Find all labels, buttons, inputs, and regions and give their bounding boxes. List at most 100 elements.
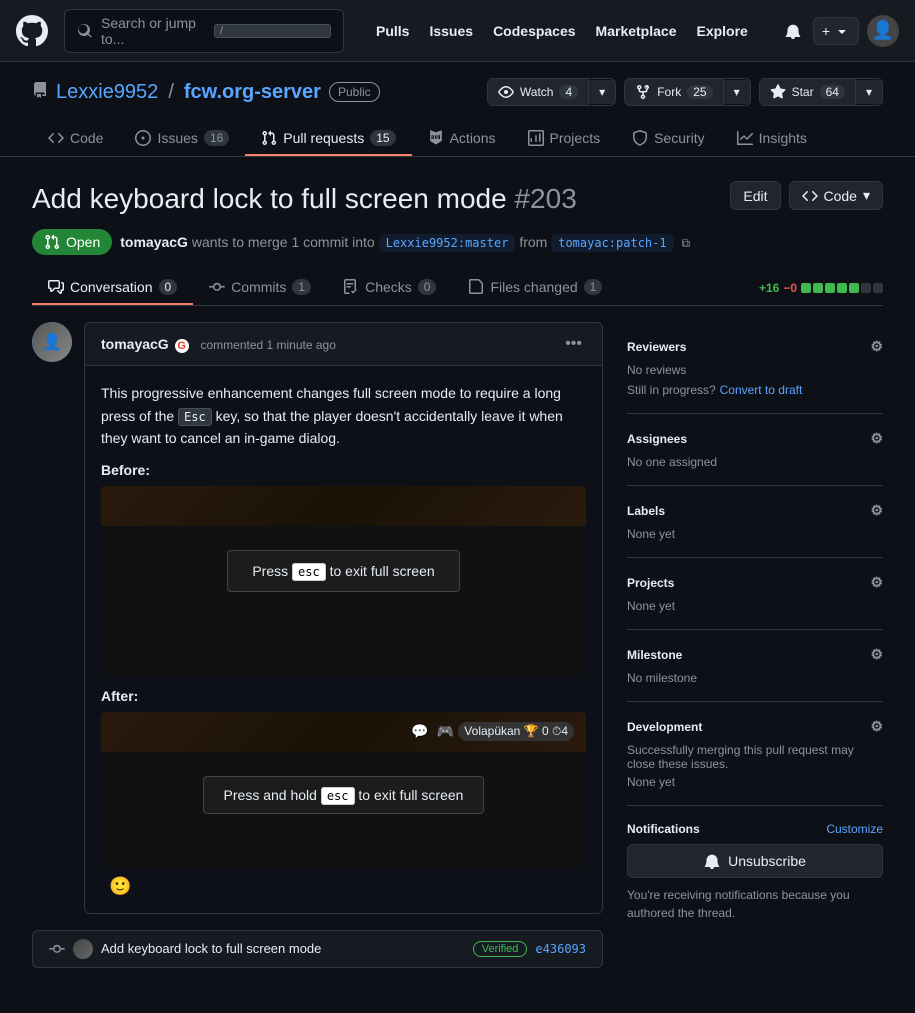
notifications-header: Notifications Customize — [627, 822, 883, 836]
nav-marketplace[interactable]: Marketplace — [588, 15, 685, 47]
projects-gear-icon[interactable]: ⚙ — [870, 574, 883, 591]
watch-label: Watch — [520, 85, 554, 99]
pr-tab-checks-label: Checks — [365, 279, 412, 295]
user-avatar[interactable]: 👤 — [867, 15, 899, 47]
milestone-gear-icon[interactable]: ⚙ — [870, 646, 883, 663]
watch-dropdown[interactable]: ▾ — [589, 80, 615, 104]
github-logo[interactable] — [16, 15, 48, 47]
commit-row: Add keyboard lock to full screen mode Ve… — [32, 930, 603, 968]
pr-status-row: Open tomayacG wants to merge 1 commit in… — [32, 229, 883, 255]
star-dropdown[interactable]: ▾ — [856, 80, 882, 104]
edit-button[interactable]: Edit — [730, 181, 780, 210]
comment-header: tomayacG G commented 1 minute ago ••• — [85, 323, 602, 366]
tab-insights-label: Insights — [759, 130, 807, 146]
sidebar-projects: Projects ⚙ None yet — [627, 558, 883, 630]
pr-tab-commits[interactable]: Commits 1 — [193, 271, 327, 305]
pr-number: #203 — [514, 183, 576, 214]
pr-tab-conversation-label: Conversation — [70, 279, 153, 295]
search-kbd: / — [214, 24, 331, 38]
search-bar[interactable]: Search or jump to... / — [64, 9, 344, 53]
comment-avatar: 👤 — [32, 322, 72, 362]
repo-owner-link[interactable]: Lexxie9952 — [56, 81, 158, 104]
comment-time: commented 1 minute ago — [200, 338, 335, 352]
diff-sq-1 — [801, 283, 811, 293]
diff-sq-4 — [837, 283, 847, 293]
repo-name-link[interactable]: fcw.org-server — [184, 81, 321, 104]
bell-icon — [704, 853, 720, 869]
watch-button-group: Watch 4 ▾ — [487, 78, 616, 106]
sidebar-projects-label: Projects ⚙ — [627, 574, 883, 591]
commit-hash[interactable]: e436093 — [535, 942, 586, 956]
tab-issues[interactable]: Issues 16 — [119, 122, 245, 156]
labels-gear-icon[interactable]: ⚙ — [870, 502, 883, 519]
repo-header: Lexxie9952 / fcw.org-server Public Watch… — [0, 62, 915, 157]
development-desc: Successfully merging this pull request m… — [627, 743, 883, 771]
pr-tab-conversation-count: 0 — [159, 279, 178, 295]
tab-insights[interactable]: Insights — [721, 122, 823, 156]
tab-security[interactable]: Security — [616, 122, 721, 156]
tab-pullrequests[interactable]: Pull requests 15 — [245, 122, 411, 156]
nav-codespaces[interactable]: Codespaces — [485, 15, 583, 47]
pr-tab-checks[interactable]: Checks 0 — [327, 271, 452, 305]
esc-kbd: esc — [292, 563, 326, 581]
pr-tab-commits-count: 1 — [292, 279, 311, 295]
code-button[interactable]: Code ▾ — [789, 181, 884, 210]
comment-author-row: tomayacG G commented 1 minute ago — [101, 336, 336, 353]
sidebar-development: Development ⚙ Successfully merging this … — [627, 702, 883, 806]
unsubscribe-button[interactable]: Unsubscribe — [627, 844, 883, 878]
star-button-group: Star 64 ▾ — [759, 78, 883, 106]
emoji-react-button[interactable]: 🙂 — [101, 868, 131, 896]
diff-sq-7 — [873, 283, 883, 293]
tab-code[interactable]: Code — [32, 122, 119, 156]
diff-sq-2 — [813, 283, 823, 293]
fork-button[interactable]: Fork 25 — [625, 79, 723, 105]
assignees-gear-icon[interactable]: ⚙ — [870, 430, 883, 447]
nav-pulls[interactable]: Pulls — [368, 15, 417, 47]
watch-button[interactable]: Watch 4 — [488, 79, 589, 105]
comment-container: 👤 tomayacG G commented 1 minute ago ••• — [32, 322, 603, 913]
pr-tab-checks-count: 0 — [418, 279, 437, 295]
reviewers-gear-icon[interactable]: ⚙ — [870, 338, 883, 355]
development-gear-icon[interactable]: ⚙ — [870, 718, 883, 735]
comment-more-button[interactable]: ••• — [561, 331, 586, 357]
volapukan-badge: Volapükan 🏆 0 ⏱4 — [458, 722, 574, 741]
pr-content: Add keyboard lock to full screen mode #2… — [0, 157, 915, 992]
source-branch[interactable]: tomayac:patch-1 — [551, 234, 673, 252]
convert-draft-link[interactable]: Convert to draft — [720, 383, 803, 397]
unsubscribe-label: Unsubscribe — [728, 853, 806, 869]
press-hold-bar: Press and hold esc to exit full screen — [203, 776, 485, 814]
create-new-button[interactable]: + — [813, 17, 859, 45]
sidebar-labels: Labels ⚙ None yet — [627, 486, 883, 558]
pr-status-text: Open — [66, 234, 100, 250]
before-label: Before: — [101, 462, 586, 478]
tab-projects-label: Projects — [550, 130, 601, 146]
tab-code-label: Code — [70, 130, 103, 146]
notify-info: You're receiving notifications because y… — [627, 886, 883, 922]
diff-sq-6 — [861, 283, 871, 293]
before-screen: Press esc to exit full screen — [101, 486, 586, 676]
fork-button-group: Fork 25 ▾ — [624, 78, 750, 106]
pr-meta: tomayacG wants to merge 1 commit into Le… — [120, 234, 690, 251]
development-value: None yet — [627, 775, 883, 789]
commits-tab-icon — [209, 279, 225, 295]
screen-after-bottom — [101, 838, 586, 868]
customize-link[interactable]: Customize — [826, 822, 883, 836]
top-nav: Search or jump to... / Pulls Issues Code… — [0, 0, 915, 62]
pr-tab-files[interactable]: Files changed 1 — [452, 271, 618, 305]
nav-issues[interactable]: Issues — [421, 15, 481, 47]
fork-label: Fork — [657, 85, 681, 99]
copy-branch-icon[interactable]: ⧉ — [681, 236, 690, 250]
still-in-progress: Still in progress? — [627, 383, 716, 397]
sidebar-development-label: Development ⚙ — [627, 718, 883, 735]
tab-actions[interactable]: Actions — [412, 122, 512, 156]
target-branch[interactable]: Lexxie9952:master — [379, 234, 516, 252]
actions-icon — [428, 130, 444, 146]
notifications-icon[interactable] — [781, 19, 805, 43]
diff-sq-5 — [849, 283, 859, 293]
star-button[interactable]: Star 64 — [760, 79, 856, 105]
tab-projects[interactable]: Projects — [512, 122, 617, 156]
pr-tab-conversation[interactable]: Conversation 0 — [32, 271, 193, 305]
tab-issues-label: Issues — [157, 130, 197, 146]
fork-dropdown[interactable]: ▾ — [724, 80, 750, 104]
nav-explore[interactable]: Explore — [688, 15, 755, 47]
